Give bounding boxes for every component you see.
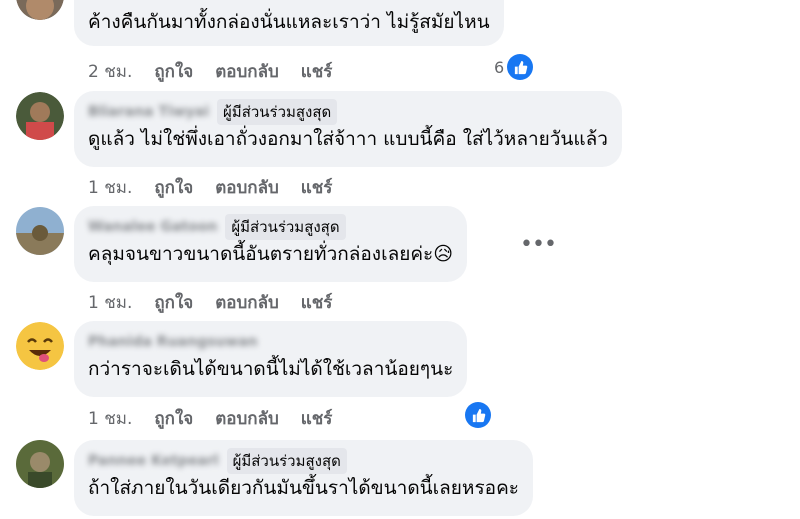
avatar[interactable] [16,92,64,140]
commenter-name[interactable]: Wanalee Gatoon [88,219,217,235]
like-button[interactable]: ถูกใจ [154,58,193,85]
share-button[interactable]: แชร์ [301,405,333,432]
reaction-summary[interactable]: 6 [494,54,534,80]
comment-bubble: Pannee Ketpearl ผู้มีส่วนร่วมสูงสุด ถ้าใ… [74,440,533,516]
more-options-icon[interactable]: ••• [520,232,557,257]
share-button[interactable]: แชร์ [301,58,333,85]
comment-bubble: ค้างคืนกันมาทั้งกล่องนั่นแหละเราว่า ไม่ร… [74,0,504,46]
reply-button[interactable]: ตอบกลับ [215,289,279,316]
comment-actions: 1 ชม. ถูกใจ ตอบกลับ แชร์ [88,405,354,432]
reply-button[interactable]: ตอบกลับ [215,174,279,201]
comment-text-body: คลุมจนขาวขนาดนี้อันตรายทั่วกล่องเลยค่ะ [88,243,434,265]
avatar[interactable] [16,0,64,20]
comment-bubble: Phanida Ruangsuwan กว่าราจะเดินได้ขนาดนี… [74,321,468,397]
comment-actions: 2 ชม. ถูกใจ ตอบกลับ แชร์ [88,58,354,85]
like-button[interactable]: ถูกใจ [154,174,193,201]
commenter-name[interactable]: Pannee Ketpearl [88,453,219,469]
thumbs-up-icon [465,402,491,428]
avatar[interactable] [16,322,64,370]
reply-button[interactable]: ตอบกลับ [215,58,279,85]
top-fan-badge: ผู้มีส่วนร่วมสูงสุด [226,448,347,474]
comment-time[interactable]: 1 ชม. [88,174,132,201]
comment-text: ดูแล้ว ไม่ใช่พึ่งเอาถั่วงอกมาใส่จ้าาา แบ… [88,128,608,150]
thumbs-up-icon [507,54,534,80]
reply-button[interactable]: ตอบกลับ [215,405,279,432]
comment-actions: 1 ชม. ถูกใจ ตอบกลับ แชร์ [88,289,354,316]
reaction-count: 6 [494,57,505,77]
commenter-name[interactable]: Phanida Ruangsuwan [88,334,258,350]
avatar[interactable] [16,440,64,488]
comment-time[interactable]: 1 ชม. [88,405,132,432]
commenter-name[interactable]: Bliarana Tiwyai [88,104,209,120]
comment-bubble: Bliarana Tiwyai ผู้มีส่วนร่วมสูงสุด ดูแล… [74,91,622,167]
like-button[interactable]: ถูกใจ [154,405,193,432]
comment-text: ถ้าใส่ภายในวันเดียวกันมันขึ้นราได้ขนาดนี… [88,477,519,499]
share-button[interactable]: แชร์ [301,174,333,201]
comment-bubble: Wanalee Gatoon ผู้มีส่วนร่วมสูงสุด คลุมจ… [74,206,468,282]
avatar[interactable] [16,207,64,255]
comment-time[interactable]: 1 ชม. [88,289,132,316]
reaction-summary[interactable] [465,402,491,428]
share-button[interactable]: แชร์ [301,289,333,316]
comment-time[interactable]: 2 ชม. [88,58,132,85]
top-fan-badge: ผู้มีส่วนร่วมสูงสุด [225,214,346,240]
top-fan-badge: ผู้มีส่วนร่วมสูงสุด [217,99,338,125]
comment-text: คลุมจนขาวขนาดนี้อันตรายทั่วกล่องเลยค่ะ😥 [88,240,453,268]
like-button[interactable]: ถูกใจ [154,289,193,316]
sad-relieved-emoji-icon: 😥 [433,243,454,265]
comment-actions: 1 ชม. ถูกใจ ตอบกลับ แชร์ [88,174,354,201]
comment-text: กว่าราจะเดินได้ขนาดนี้ไม่ได้ใช้เวลาน้อยๆ… [88,358,454,380]
comment-text: ค้างคืนกันมาทั้งกล่องนั่นแหละเราว่า ไม่ร… [88,11,490,33]
